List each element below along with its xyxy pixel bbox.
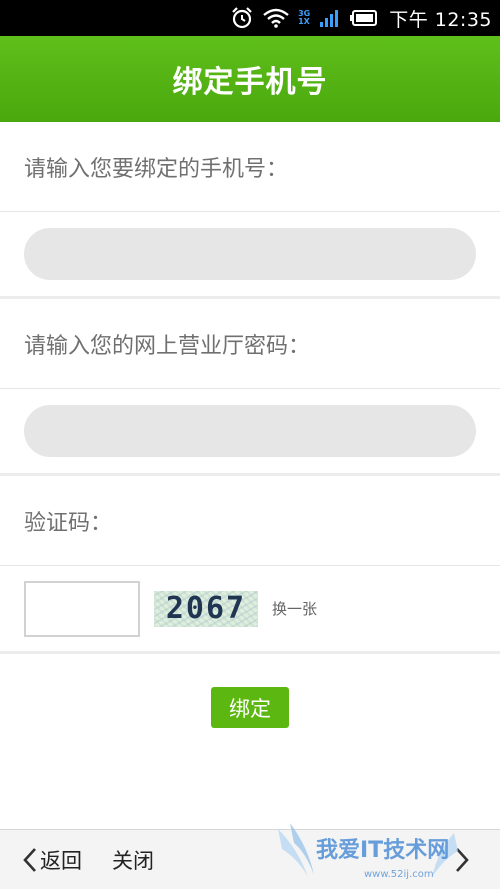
wifi-icon — [263, 8, 289, 28]
password-input[interactable] — [24, 405, 476, 457]
refresh-captcha-link[interactable]: 换一张 — [272, 598, 317, 619]
password-input-row — [0, 389, 500, 476]
captcha-image[interactable]: 2067 — [154, 590, 258, 627]
submit-wrap: 绑定 — [0, 654, 500, 728]
bind-button[interactable]: 绑定 — [211, 687, 289, 728]
alarm-icon — [230, 6, 254, 30]
title-bar: 绑定手机号 — [0, 36, 500, 122]
back-button[interactable]: 返回 — [20, 845, 82, 875]
password-label: 请输入您的网上营业厅密码： — [0, 299, 500, 389]
captcha-label: 验证码： — [0, 476, 500, 566]
status-bar: 3G 1X 下午 12:35 — [0, 0, 500, 36]
captcha-input[interactable] — [24, 580, 140, 637]
bottom-nav-bar: 返回 关闭 — [0, 829, 500, 889]
network-1x-label: 1X — [298, 17, 310, 26]
phone-input[interactable] — [24, 228, 476, 280]
phone-label: 请输入您要绑定的手机号： — [0, 122, 500, 212]
signal-icon — [319, 8, 341, 28]
bind-phone-form: 请输入您要绑定的手机号： 请输入您的网上营业厅密码： 验证码： 2067 换一张… — [0, 122, 500, 728]
page-title: 绑定手机号 — [172, 65, 328, 100]
chevron-right-icon[interactable] — [452, 846, 472, 878]
chevron-left-icon — [20, 846, 40, 874]
phone-input-row — [0, 212, 500, 299]
battery-icon — [350, 9, 378, 27]
captcha-row: 2067 换一张 — [0, 566, 500, 654]
close-button[interactable]: 关闭 — [112, 845, 154, 875]
status-icons: 3G 1X 下午 12:35 — [230, 5, 492, 32]
back-label: 返回 — [40, 848, 82, 873]
status-time: 下午 12:35 — [389, 8, 492, 31]
network-type-badge: 3G 1X — [298, 10, 310, 26]
